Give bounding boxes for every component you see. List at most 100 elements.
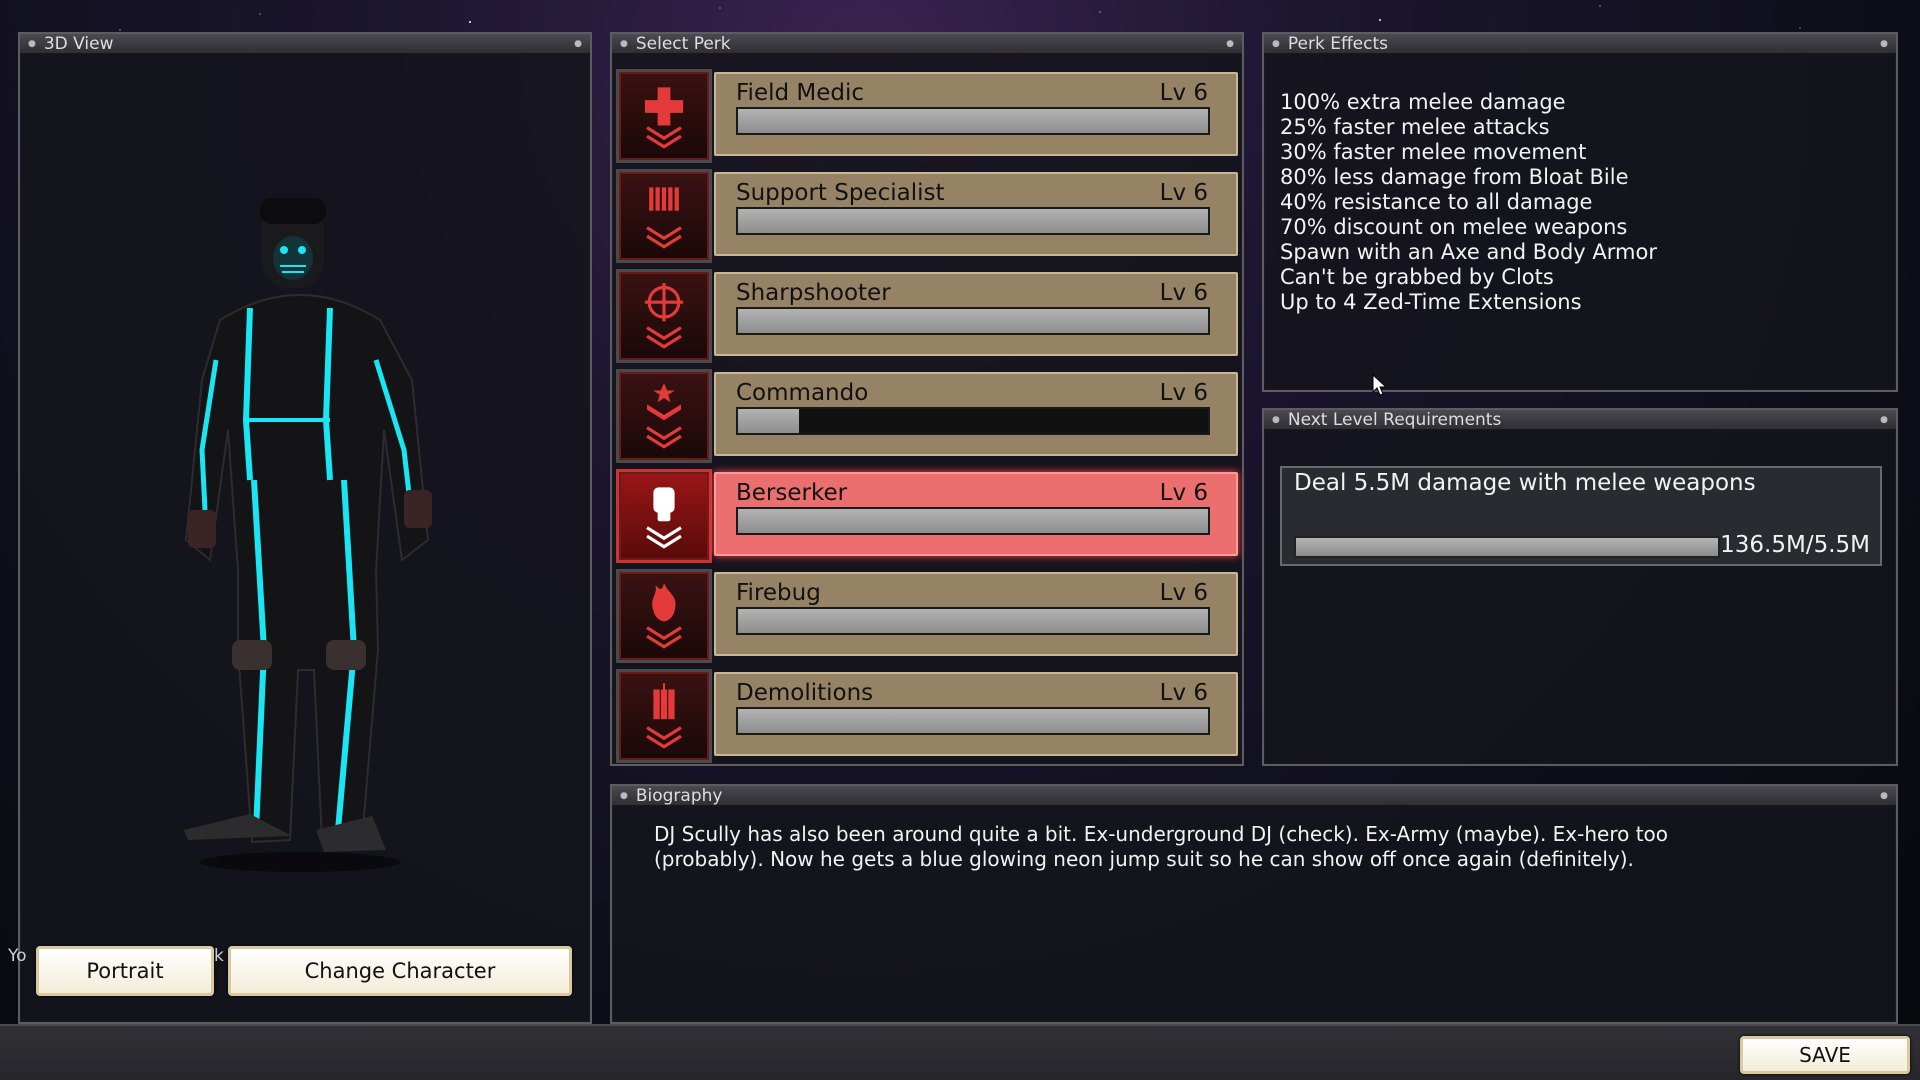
perk-row-demolitions[interactable]: Demolitions Lv 6 [614, 666, 1240, 763]
perk-effect-line: 30% faster melee movement [1280, 140, 1587, 164]
perk-level: Lv 6 [1159, 80, 1208, 106]
dynamite-icon [616, 669, 712, 763]
perk-progress-fill [738, 209, 1208, 233]
perk-progress-fill [738, 109, 1208, 133]
perk-progress-bar [736, 407, 1210, 435]
partial-hint-text-2: k [214, 946, 224, 966]
perk-effect-line: 40% resistance to all damage [1280, 190, 1593, 214]
perk-effect-line: 100% extra melee damage [1280, 90, 1566, 114]
perk-bar[interactable]: Berserker Lv 6 [714, 472, 1238, 556]
requirement-progress-fill [1296, 538, 1718, 556]
flame-icon [616, 569, 712, 663]
perk-name: Firebug [736, 580, 821, 606]
portrait-button[interactable]: Portrait [36, 946, 214, 996]
save-label: SAVE [1799, 1043, 1851, 1067]
medic-cross-icon [616, 69, 712, 163]
perk-level: Lv 6 [1159, 680, 1208, 706]
perk-effect-line: Up to 4 Zed-Time Extensions [1280, 290, 1582, 314]
perk-progress-fill [738, 609, 1208, 633]
panel-header: ● Select Perk ● [612, 34, 1242, 54]
pin-icon: ● [620, 38, 628, 49]
panel-next-level-requirements: ● Next Level Requirements ● [1262, 408, 1898, 766]
perk-row-firebug[interactable]: Firebug Lv 6 [614, 566, 1240, 663]
perk-progress-fill [738, 309, 1208, 333]
perk-progress-bar [736, 307, 1210, 335]
perk-effect-line: 70% discount on melee weapons [1280, 215, 1628, 239]
perk-bar[interactable]: Commando Lv 6 [714, 372, 1238, 456]
perk-level: Lv 6 [1159, 180, 1208, 206]
perk-progress-bar [736, 207, 1210, 235]
star-chevrons-icon [616, 369, 712, 463]
perk-bar[interactable]: Support Specialist Lv 6 [714, 172, 1238, 256]
perk-row-field-medic[interactable]: Field Medic Lv 6 [614, 66, 1240, 163]
save-button[interactable]: SAVE [1740, 1036, 1910, 1074]
pin-icon: ● [1272, 38, 1280, 49]
character-model[interactable] [180, 180, 500, 880]
perk-level: Lv 6 [1159, 480, 1208, 506]
perk-level: Lv 6 [1159, 580, 1208, 606]
perk-progress-bar [736, 607, 1210, 635]
panel-title: Perk Effects [1287, 33, 1388, 54]
change-character-button[interactable]: Change Character [228, 946, 572, 996]
perk-level: Lv 6 [1159, 380, 1208, 406]
perk-progress-bar [736, 107, 1210, 135]
perk-progress-bar [736, 707, 1210, 735]
perk-row-sharpshooter[interactable]: Sharpshooter Lv 6 [614, 266, 1240, 363]
perk-progress-fill [738, 709, 1208, 733]
biography-line: DJ Scully has also been around quite a b… [654, 822, 1669, 846]
perk-progress-bar [736, 507, 1210, 535]
perk-name: Support Specialist [736, 180, 945, 206]
partial-hint-text: Yo [8, 946, 27, 966]
perk-row-berserker[interactable]: Berserker Lv 6 [614, 466, 1240, 563]
perk-row-support-specialist[interactable]: Support Specialist Lv 6 [614, 166, 1240, 263]
panel-title: Next Level Requirements [1287, 409, 1502, 430]
perk-effect-line: 80% less damage from Bloat Bile [1280, 165, 1629, 189]
panel-title: Select Perk [635, 33, 731, 54]
panel-header: ● Biography ● [612, 786, 1896, 806]
perk-progress-fill [738, 409, 800, 433]
pin-icon: ● [620, 790, 628, 801]
panel-header: ● 3D View ● [20, 34, 590, 54]
requirement-box: Deal 5.5M damage with melee weapons 136.… [1280, 466, 1882, 566]
perk-row-commando[interactable]: Commando Lv 6 [614, 366, 1240, 463]
biography-line: (probably). Now he gets a blue glowing n… [654, 847, 1634, 871]
perk-effects-list: 100% extra melee damage 25% faster melee … [1280, 90, 1657, 315]
perk-effect-line: Spawn with an Axe and Body Armor [1280, 240, 1657, 264]
corner-icon: ● [1226, 38, 1234, 49]
panel-header: ● Perk Effects ● [1264, 34, 1896, 54]
shells-icon [616, 169, 712, 263]
panel-title: 3D View [43, 33, 114, 54]
corner-icon: ● [1880, 790, 1888, 801]
mouse-cursor-icon [1372, 374, 1388, 396]
pin-icon: ● [28, 38, 36, 49]
perk-name: Commando [736, 380, 869, 406]
perk-bar[interactable]: Field Medic Lv 6 [714, 72, 1238, 156]
requirement-text: Deal 5.5M damage with melee weapons [1294, 470, 1756, 496]
perk-progress-fill [738, 509, 1208, 533]
panel-title: Biography [635, 785, 723, 806]
panel-biography: ● Biography ● [610, 784, 1898, 1024]
corner-icon: ● [1880, 38, 1888, 49]
perk-bar[interactable]: Sharpshooter Lv 6 [714, 272, 1238, 356]
corner-icon: ● [1880, 414, 1888, 425]
biography-text: DJ Scully has also been around quite a b… [654, 822, 1884, 872]
perk-name: Demolitions [736, 680, 874, 706]
bottom-bar [0, 1024, 1920, 1080]
perk-effect-line: Can't be grabbed by Clots [1280, 265, 1554, 289]
corner-icon: ● [574, 38, 582, 49]
panel-header: ● Next Level Requirements ● [1264, 410, 1896, 430]
perk-bar[interactable]: Firebug Lv 6 [714, 572, 1238, 656]
fist-icon [616, 469, 712, 563]
crosshair-icon [616, 269, 712, 363]
change-character-label: Change Character [304, 959, 496, 983]
requirement-progress-bar [1294, 536, 1720, 558]
portrait-label: Portrait [86, 959, 164, 983]
perk-bar[interactable]: Demolitions Lv 6 [714, 672, 1238, 756]
pin-icon: ● [1272, 414, 1280, 425]
perk-level: Lv 6 [1159, 280, 1208, 306]
perk-effect-line: 25% faster melee attacks [1280, 115, 1550, 139]
perk-name: Berserker [736, 480, 848, 506]
perk-name: Field Medic [736, 80, 865, 106]
requirement-value: 136.5M/5.5M [1720, 532, 1870, 558]
perk-name: Sharpshooter [736, 280, 891, 306]
